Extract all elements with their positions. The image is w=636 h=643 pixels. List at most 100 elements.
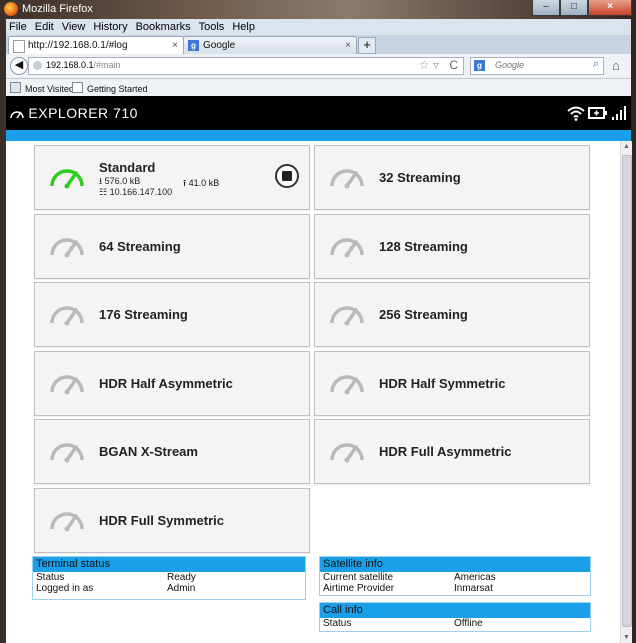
close-tab-icon[interactable]: × <box>345 37 351 54</box>
scroll-down-icon[interactable]: ▼ <box>621 632 632 643</box>
current-satellite-row: Current satellite Americas <box>323 572 496 583</box>
download-icon: ⭳ <box>99 176 103 186</box>
tab-log[interactable]: http://192.168.0.1/#log × <box>8 36 184 55</box>
tile-standard[interactable]: Standard ⭳ 576.0 kB ☷ 10.166.147.100 ⭱ 4… <box>34 145 310 210</box>
satellite-info-panel: Satellite info Current satellite Americas… <box>319 556 591 596</box>
stop-button[interactable] <box>275 164 299 188</box>
menu-file[interactable]: File <box>6 21 32 33</box>
tile-hdr-half-symmetric[interactable]: HDR Half Symmetric <box>314 351 590 416</box>
tile-name: HDR Half Symmetric <box>379 376 506 391</box>
status-row: Status Ready <box>36 572 196 583</box>
tile-name: 64 Streaming <box>99 239 181 254</box>
gauge-logo-icon <box>10 111 24 119</box>
upload-value: 41.0 kB <box>188 178 220 188</box>
menu-bar: File Edit View History Bookmarks Tools H… <box>6 19 631 35</box>
tile-176-streaming[interactable]: 176 Streaming <box>34 282 310 347</box>
reload-icon[interactable]: C <box>449 58 458 72</box>
call-status-row: Status Offline <box>323 618 483 629</box>
scroll-up-icon[interactable]: ▲ <box>621 141 632 152</box>
bookmark-most-visited[interactable]: Most Visited <box>10 82 74 94</box>
tile-hdr-full-asymmetric[interactable]: HDR Full Asymmetric <box>314 419 590 484</box>
main-content: Standard ⭳ 576.0 kB ☷ 10.166.147.100 ⭱ 4… <box>6 141 620 643</box>
back-button[interactable]: ◀ <box>10 57 28 75</box>
terminal-status-panel: Terminal status Status Ready Logged in as… <box>32 556 306 600</box>
logged-in-row: Logged in as Admin <box>36 583 196 594</box>
gauge-icon <box>330 169 364 189</box>
tile-name: 32 Streaming <box>379 170 461 185</box>
new-tab-button[interactable]: + <box>358 37 376 54</box>
upload-icon: ⭱ <box>183 178 187 188</box>
home-icon[interactable]: ⌂ <box>612 58 620 73</box>
tile-name: HDR Full Asymmetric <box>379 444 512 459</box>
gauge-icon <box>330 443 364 463</box>
close-window-button[interactable]: × <box>588 0 632 16</box>
tile-name: HDR Half Asymmetric <box>99 376 233 391</box>
gauge-icon <box>50 443 84 463</box>
menu-tools[interactable]: Tools <box>196 21 230 33</box>
tile-bgan-x-stream[interactable]: BGAN X-Stream <box>34 419 310 484</box>
app-brand: EXPLORER 710 <box>10 105 138 121</box>
tab-strip: http://192.168.0.1/#log × g Google × + <box>6 35 631 55</box>
search-bar[interactable]: g ⌕ <box>470 57 604 75</box>
window-controls: – □ × <box>532 0 632 16</box>
call-info-panel: Call info Status Offline <box>319 602 591 632</box>
tile-128-streaming[interactable]: 128 Streaming <box>314 214 590 279</box>
menu-edit[interactable]: Edit <box>32 21 59 33</box>
bookmark-getting-started[interactable]: Getting Started <box>72 82 148 94</box>
airtime-provider-row: Airtime Provider Inmarsat <box>323 583 493 594</box>
tile-hdr-full-symmetric[interactable]: HDR Full Symmetric <box>34 488 310 553</box>
app-header: EXPLORER 710 <box>6 96 631 130</box>
bookmark-icon <box>10 82 21 93</box>
panel-title: Call info <box>320 603 590 618</box>
gauge-icon <box>330 238 364 258</box>
status-icons <box>567 100 627 126</box>
tab-label: http://192.168.0.1/#log <box>28 40 128 51</box>
wifi-icon <box>567 106 585 121</box>
menu-history[interactable]: History <box>90 21 132 33</box>
page-icon <box>72 82 83 93</box>
url-bar[interactable]: 192.168.0.1/#main ☆ ▿ C <box>28 57 464 75</box>
url-text[interactable]: 192.168.0.1/#main <box>46 60 121 70</box>
tile-name: 128 Streaming <box>379 239 468 254</box>
site-identity-icon[interactable] <box>33 61 42 70</box>
download-value: 576.0 kB <box>104 176 141 186</box>
scrollbar-thumb[interactable] <box>622 155 632 627</box>
window-title: Mozilla Firefox <box>22 3 93 15</box>
bookmark-star-icon[interactable]: ☆ ▿ <box>419 58 439 72</box>
menu-help[interactable]: Help <box>229 21 260 33</box>
vertical-scrollbar[interactable]: ▲ ▼ <box>620 141 632 643</box>
gauge-icon <box>50 238 84 258</box>
gauge-icon <box>50 306 84 326</box>
tile-hdr-half-asymmetric[interactable]: HDR Half Asymmetric <box>34 351 310 416</box>
tile-name: 256 Streaming <box>379 307 468 322</box>
browser-window: File Edit View History Bookmarks Tools H… <box>6 19 632 643</box>
tab-google[interactable]: g Google × <box>183 36 357 55</box>
search-icon[interactable]: ⌕ <box>593 58 599 71</box>
maximize-button[interactable]: □ <box>560 0 588 16</box>
minimize-button[interactable]: – <box>532 0 560 16</box>
upload-stat: ⭱ 41.0 kB <box>183 176 219 192</box>
tile-32-streaming[interactable]: 32 Streaming <box>314 145 590 210</box>
menu-bookmarks[interactable]: Bookmarks <box>133 21 196 33</box>
navigation-bar: ◀ 192.168.0.1/#main ☆ ▿ C g ⌕ ⌂ <box>6 54 631 79</box>
stop-icon <box>282 171 292 181</box>
page-icon <box>13 40 25 53</box>
search-engine-icon[interactable]: g <box>474 60 485 71</box>
menu-view[interactable]: View <box>59 21 91 33</box>
ip-value: 10.166.147.100 <box>109 187 173 197</box>
tile-stats: ⭳ 576.0 kB ☷ 10.166.147.100 <box>99 176 172 198</box>
tile-256-streaming[interactable]: 256 Streaming <box>314 282 590 347</box>
app-title: EXPLORER 710 <box>28 105 138 121</box>
signal-strength-icon <box>612 106 626 120</box>
gauge-icon <box>330 375 364 395</box>
tile-64-streaming[interactable]: 64 Streaming <box>34 214 310 279</box>
accent-bar <box>6 130 631 141</box>
tab-label: Google <box>203 40 236 51</box>
gauge-icon <box>330 306 364 326</box>
search-input[interactable] <box>495 59 583 71</box>
window-titlebar: Mozilla Firefox – □ × <box>0 0 636 19</box>
close-tab-icon[interactable]: × <box>172 37 178 54</box>
gauge-icon <box>50 375 84 395</box>
tile-name: HDR Full Symmetric <box>99 513 224 528</box>
tile-name: BGAN X-Stream <box>99 444 198 459</box>
